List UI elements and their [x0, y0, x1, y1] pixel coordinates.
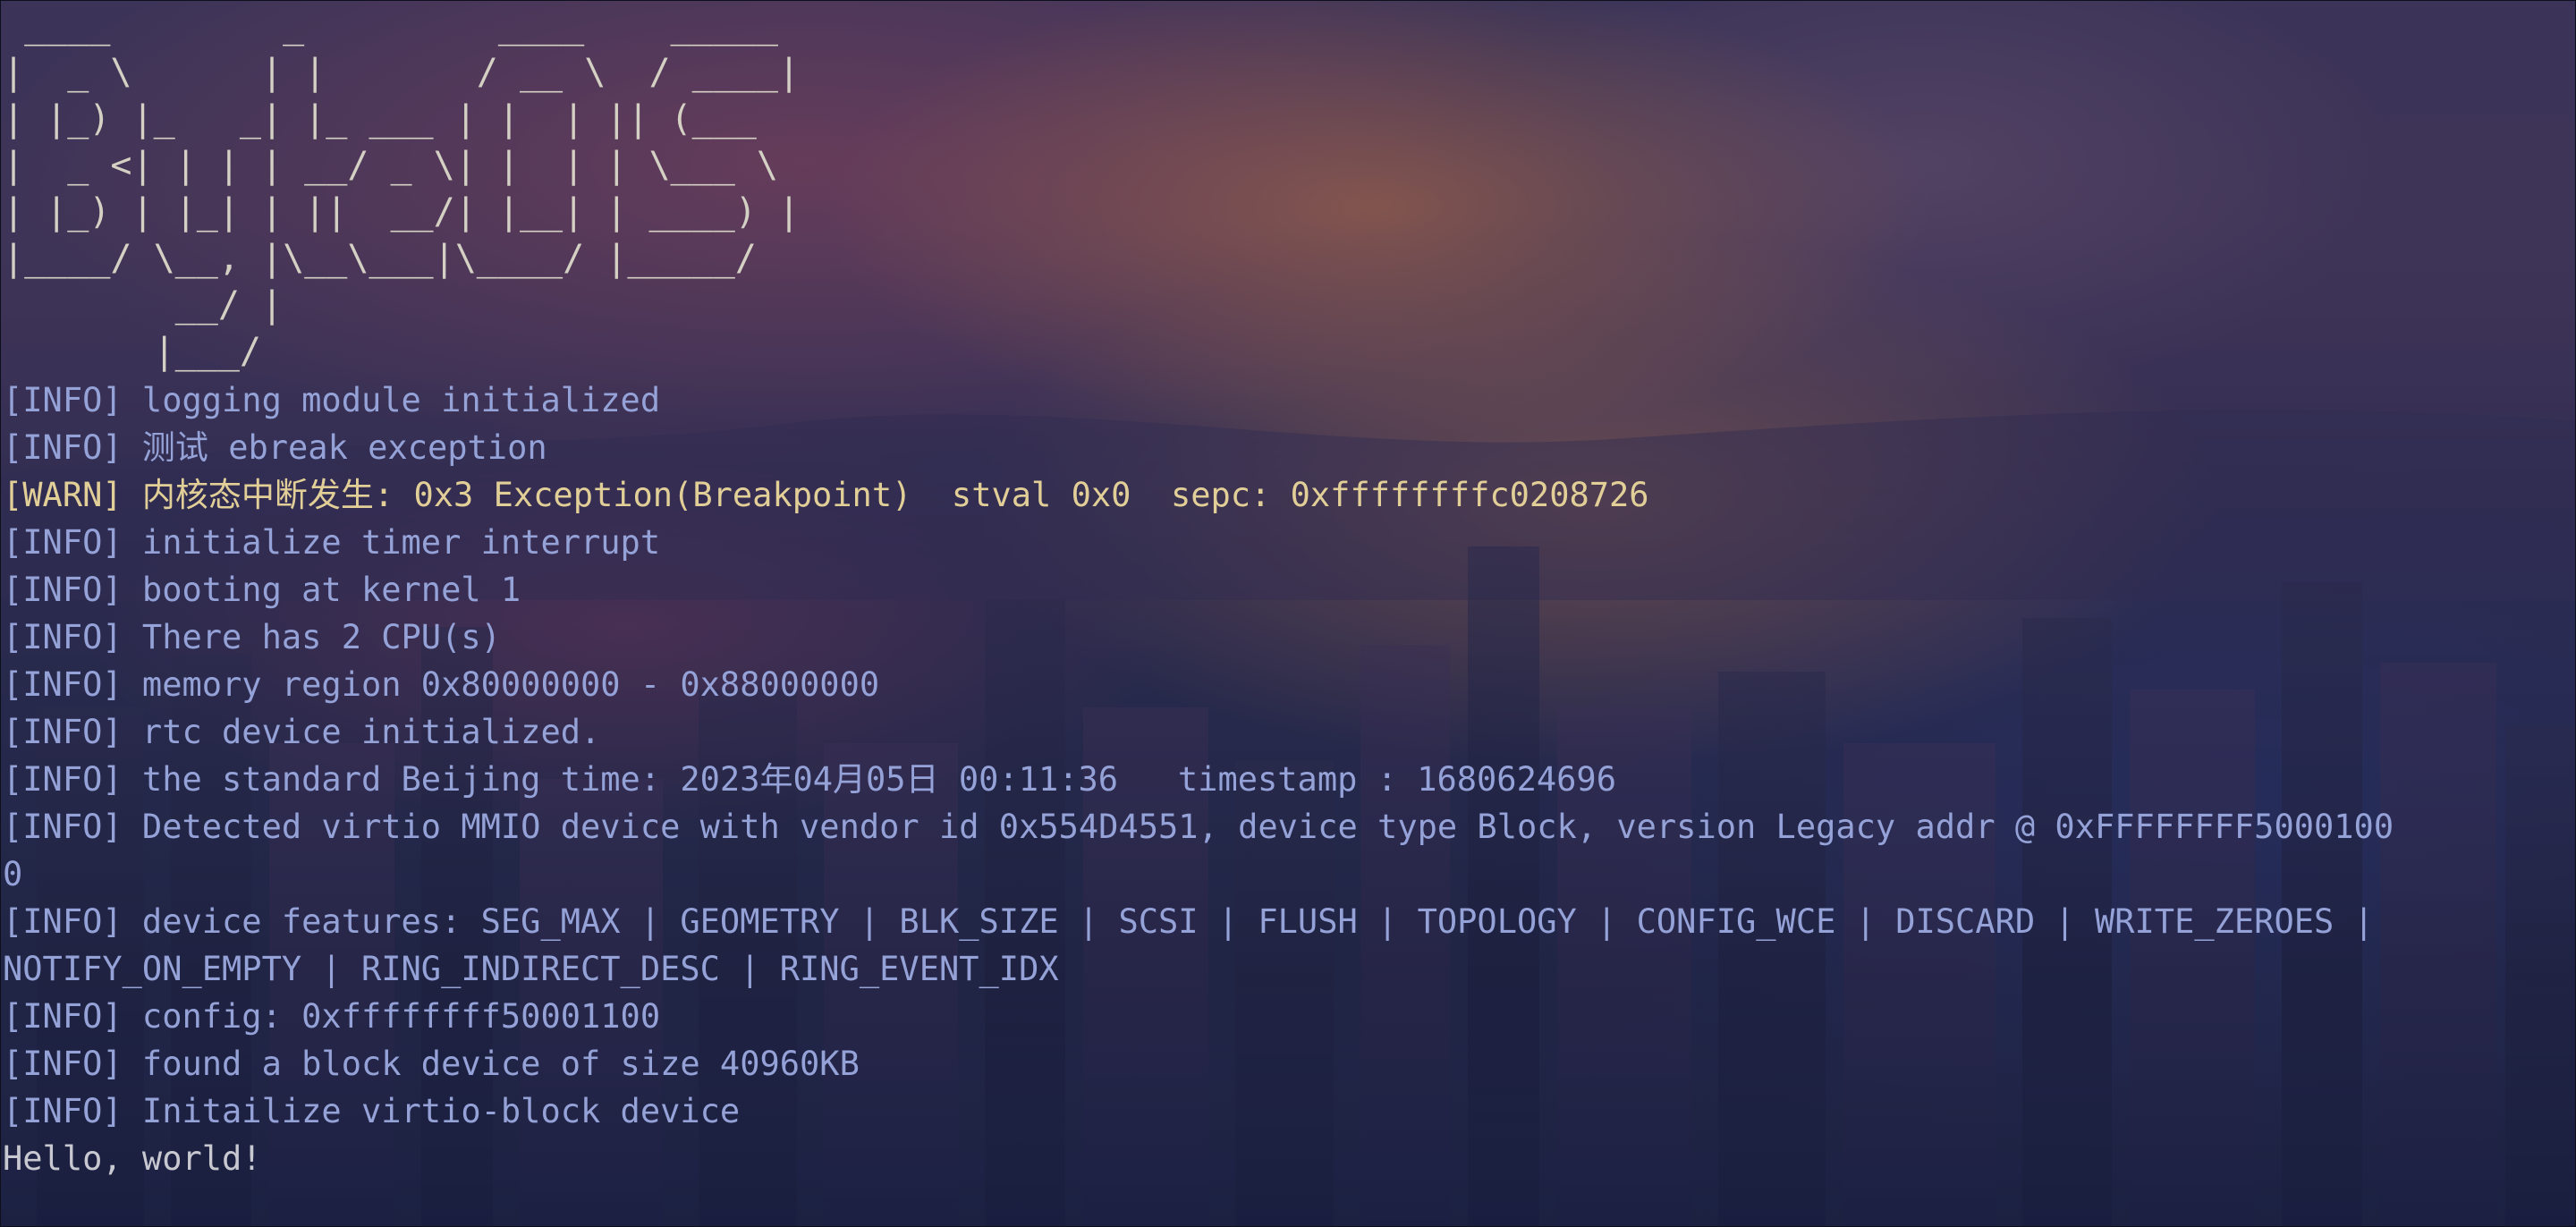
log-line: [INFO] device features: SEG_MAX | GEOMET…	[3, 898, 2575, 945]
log-message: NOTIFY_ON_EMPTY | RING_INDIRECT_DESC | R…	[3, 950, 1059, 988]
log-output: [INFO] logging module initialized [INFO] …	[3, 377, 2575, 1182]
terminal-window[interactable]: ____ _ ____ _____ | _ \ | | / __ \ / ___…	[0, 0, 2576, 1227]
log-level-tag: [INFO]	[3, 997, 123, 1036]
log-line: Hello, world!	[3, 1135, 2575, 1182]
log-level-tag: [INFO]	[3, 713, 123, 751]
log-line: [INFO] the standard Beijing time: 2023年0…	[3, 756, 2575, 803]
log-message: Initailize virtio-block device	[122, 1092, 741, 1130]
log-message: Detected virtio MMIO device with vendor …	[122, 808, 2394, 846]
log-level-tag: [INFO]	[3, 665, 123, 704]
log-line: [INFO] logging module initialized	[3, 377, 2575, 424]
byteos-ascii-banner: ____ _ ____ _____ | _ \ | | / __ \ / ___…	[3, 5, 801, 372]
log-level-tag: [INFO]	[3, 381, 123, 419]
log-line: [INFO] memory region 0x80000000 - 0x8800…	[3, 661, 2575, 708]
log-level-tag: [WARN]	[3, 476, 123, 514]
log-line: [INFO] booting at kernel 1	[3, 566, 2575, 614]
log-message: booting at kernel 1	[122, 571, 521, 609]
log-message: There has 2 CPU(s)	[122, 618, 501, 656]
log-level-tag: [INFO]	[3, 428, 123, 467]
log-line: [INFO] Detected virtio MMIO device with …	[3, 803, 2575, 850]
log-line: NOTIFY_ON_EMPTY | RING_INDIRECT_DESC | R…	[3, 945, 2575, 993]
log-line: [WARN] 内核态中断发生: 0x3 Exception(Breakpoint…	[3, 471, 2575, 519]
log-level-tag: [INFO]	[3, 902, 123, 941]
log-line: [INFO] Initailize virtio-block device	[3, 1087, 2575, 1135]
log-message: found a block device of size 40960KB	[122, 1045, 860, 1083]
log-message: memory region 0x80000000 - 0x88000000	[122, 665, 880, 704]
terminal-output: ____ _ ____ _____ | _ \ | | / __ \ / ___…	[3, 1, 2575, 1182]
log-level-tag: [INFO]	[3, 1092, 123, 1130]
log-message: Hello, world!	[3, 1139, 262, 1178]
log-message: the standard Beijing time: 2023年04月05日 0…	[122, 760, 1616, 799]
log-message: 0	[3, 855, 23, 893]
log-line: [INFO] There has 2 CPU(s)	[3, 614, 2575, 661]
log-line: [INFO] found a block device of size 4096…	[3, 1040, 2575, 1087]
log-message: 内核态中断发生: 0x3 Exception(Breakpoint) stval…	[122, 476, 1649, 514]
log-message: config: 0xffffffff50001100	[122, 997, 661, 1036]
log-line: [INFO] initialize timer interrupt	[3, 519, 2575, 566]
log-level-tag: [INFO]	[3, 760, 123, 799]
log-level-tag: [INFO]	[3, 618, 123, 656]
log-line: [INFO] config: 0xffffffff50001100	[3, 993, 2575, 1040]
log-message: device features: SEG_MAX | GEOMETRY | BL…	[122, 902, 2374, 941]
log-level-tag: [INFO]	[3, 523, 123, 562]
log-level-tag: [INFO]	[3, 571, 123, 609]
log-message: initialize timer interrupt	[122, 523, 661, 562]
log-level-tag: [INFO]	[3, 808, 123, 846]
log-message: 测试 ebreak exception	[122, 428, 547, 467]
log-level-tag: [INFO]	[3, 1045, 123, 1083]
log-message: rtc device initialized.	[122, 713, 601, 751]
log-message: logging module initialized	[122, 381, 661, 419]
log-line: [INFO] rtc device initialized.	[3, 708, 2575, 756]
log-line: [INFO] 测试 ebreak exception	[3, 424, 2575, 471]
log-line: 0	[3, 850, 2575, 898]
